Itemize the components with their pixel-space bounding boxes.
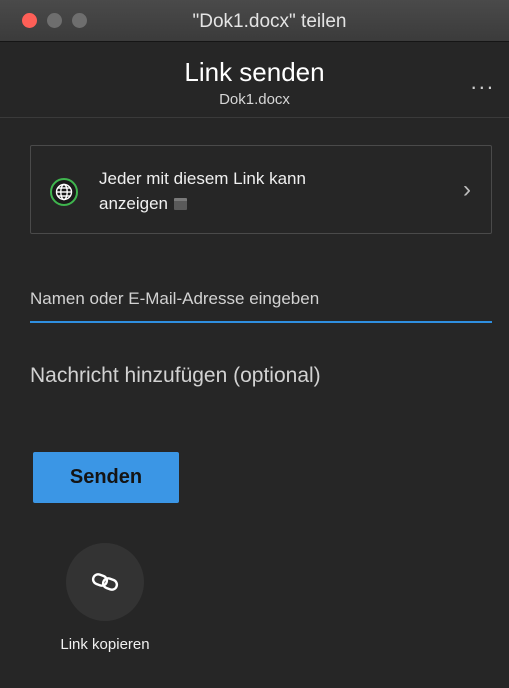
window-title: "Dok1.docx" teilen: [192, 11, 347, 32]
calendar-icon: [174, 197, 188, 210]
copy-link-button[interactable]: [66, 543, 144, 621]
chevron-right-icon: ›: [463, 176, 471, 203]
more-options-button[interactable]: ...: [471, 69, 495, 95]
dialog-title: Link senden: [184, 57, 325, 87]
copy-link-label: Link kopieren: [60, 636, 150, 653]
document-name: Dok1.docx: [219, 91, 290, 108]
message-input[interactable]: [30, 358, 492, 394]
send-button[interactable]: Senden: [33, 452, 179, 503]
link-icon: [91, 573, 119, 591]
link-permission-text: Jeder mit diesem Link kann anzeigen: [99, 166, 399, 216]
title-bar: "Dok1.docx" teilen: [0, 0, 509, 42]
permission-line-2-text: anzeigen: [99, 194, 169, 213]
dialog-header: Link senden Dok1.docx ...: [0, 43, 509, 118]
more-icon: ...: [470, 69, 495, 94]
permission-line-2: anzeigen: [99, 191, 188, 216]
share-window: "Dok1.docx" teilen Link senden Dok1.docx…: [0, 0, 509, 688]
message-field: [30, 358, 492, 398]
globe-icon: [50, 178, 78, 206]
permission-line-1: Jeder mit diesem Link kann: [99, 169, 306, 188]
recipient-input[interactable]: [30, 283, 492, 315]
recipient-field: [30, 283, 492, 323]
link-permission-card[interactable]: Jeder mit diesem Link kann anzeigen ›: [30, 145, 492, 234]
